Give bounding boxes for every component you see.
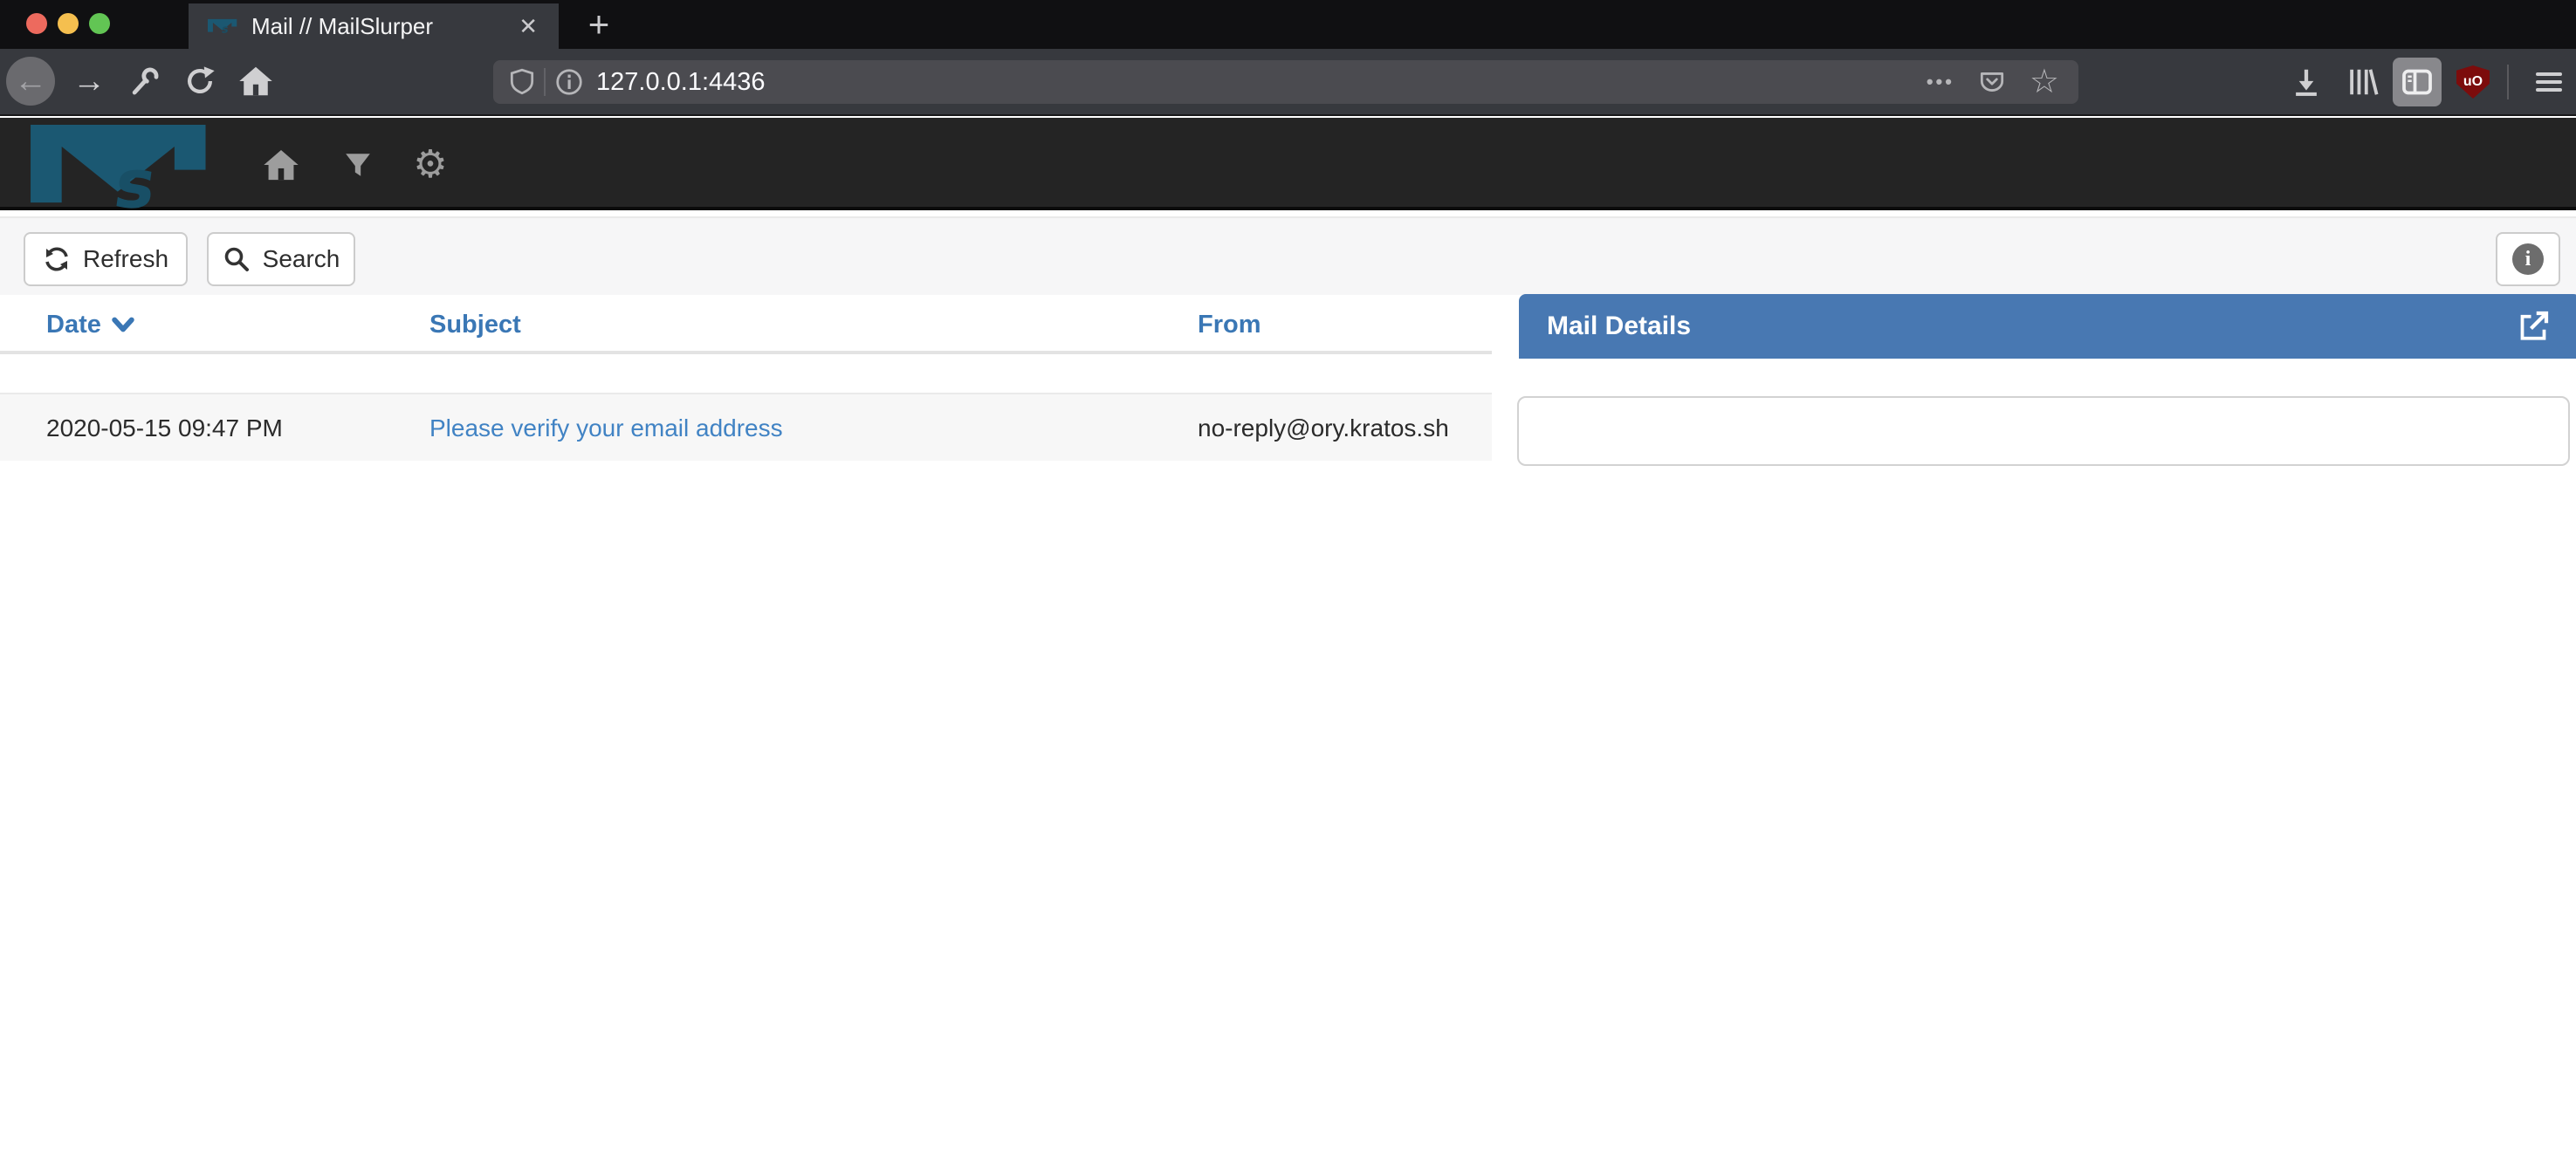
nav-filter-button[interactable]: [333, 140, 382, 189]
url-text[interactable]: 127.0.0.1:4436: [596, 68, 1927, 97]
screen: s Mail // MailSlurper ✕ + ← →: [0, 0, 2576, 1157]
mailslurper-favicon-icon: s: [208, 18, 237, 34]
home-icon: [238, 64, 273, 99]
tab-title: Mail // MailSlurper: [251, 13, 513, 40]
browser-tab[interactable]: s Mail // MailSlurper ✕: [189, 3, 559, 49]
window-minimize-button[interactable]: [58, 13, 79, 34]
library-icon: [2346, 65, 2379, 99]
ublock-shield-icon: uO: [2456, 65, 2490, 99]
bookmark-star-icon[interactable]: ☆: [2030, 65, 2059, 99]
mail-details-body: [1517, 396, 2570, 466]
open-in-new-window-button[interactable]: [2516, 309, 2551, 344]
column-header-from-label: From: [1198, 295, 1261, 354]
search-button[interactable]: Search: [207, 232, 355, 286]
column-header-date[interactable]: Date: [46, 295, 134, 354]
downloads-button[interactable]: [2282, 58, 2331, 106]
mail-from-cell: no-reply@ory.kratos.sh: [1198, 394, 1449, 462]
mail-subject-link[interactable]: Please verify your email address: [429, 414, 783, 442]
search-icon: [223, 245, 251, 273]
reload-icon: [183, 65, 216, 98]
actions-bar: Refresh Search i: [0, 216, 2576, 295]
ublock-origin-button[interactable]: uO: [2449, 58, 2497, 106]
library-button[interactable]: [2338, 58, 2387, 106]
tab-close-icon[interactable]: ✕: [513, 11, 543, 42]
nav-settings-button[interactable]: ⚙: [406, 140, 455, 189]
column-header-subject-label: Subject: [429, 295, 521, 354]
sort-chevron-down-icon: [112, 315, 134, 334]
reload-button[interactable]: [175, 56, 225, 106]
new-tab-button[interactable]: +: [576, 5, 622, 47]
mail-details-header: Mail Details: [1519, 294, 2576, 359]
sidebar-toggle-button[interactable]: [2393, 58, 2442, 106]
pocket-icon[interactable]: [1977, 67, 2007, 97]
column-header-subject[interactable]: Subject: [429, 295, 521, 354]
empty-table-row: [0, 354, 1492, 393]
search-button-label: Search: [263, 245, 340, 273]
hamburger-icon: [2536, 68, 2562, 96]
home-icon: [263, 147, 299, 183]
mail-table-header-row: Date Subject From: [0, 295, 1492, 354]
urlbar-divider: [544, 68, 546, 96]
mail-subject-cell: Please verify your email address: [429, 394, 783, 462]
page-actions-icon[interactable]: •••: [1927, 71, 1954, 93]
home-button[interactable]: [230, 56, 281, 106]
window-close-button[interactable]: [26, 13, 47, 34]
arrow-left-icon: ←: [14, 65, 47, 98]
toolbar-divider: [2507, 65, 2509, 99]
download-icon: [2290, 65, 2323, 99]
back-button[interactable]: ←: [6, 57, 55, 106]
refresh-button-label: Refresh: [83, 245, 168, 273]
sidebar-icon: [2400, 65, 2435, 99]
mailslurper-logo[interactable]: s: [22, 125, 218, 210]
arrow-right-icon: →: [72, 65, 106, 98]
filter-funnel-icon: [343, 150, 373, 180]
browser-toolbar: ← →: [0, 49, 2576, 116]
mailslurper-navbar: s ⚙: [0, 118, 2576, 210]
forward-button[interactable]: →: [64, 56, 114, 106]
nav-home-button[interactable]: [257, 140, 306, 189]
gear-icon: ⚙: [413, 146, 447, 184]
column-header-from[interactable]: From: [1198, 295, 1261, 354]
mailslurper-page: s ⚙: [0, 118, 2576, 1157]
mail-table-row[interactable]: 2020-05-15 09:47 PM Please verify your e…: [0, 393, 1492, 461]
external-link-icon: [2516, 309, 2551, 344]
wrench-icon: [128, 65, 161, 98]
info-button[interactable]: i: [2496, 232, 2560, 286]
menu-button[interactable]: [2524, 58, 2573, 106]
mail-date-cell: 2020-05-15 09:47 PM: [46, 394, 283, 462]
mail-details-title: Mail Details: [1547, 312, 2516, 341]
tracking-protection-shield-icon[interactable]: [507, 67, 537, 97]
mail-list-table: Date Subject From 2020-05-15 09:47 PM: [0, 295, 1492, 461]
wrench-button[interactable]: [120, 56, 170, 106]
window-zoom-button[interactable]: [89, 13, 110, 34]
refresh-icon: [43, 245, 71, 273]
address-bar[interactable]: 127.0.0.1:4436 ••• ☆: [493, 60, 2078, 104]
info-icon: i: [2512, 243, 2544, 275]
site-info-icon[interactable]: [554, 67, 584, 97]
column-header-date-label: Date: [46, 295, 101, 354]
browser-titlebar: s Mail // MailSlurper ✕ +: [0, 0, 2576, 49]
refresh-button[interactable]: Refresh: [24, 232, 188, 286]
